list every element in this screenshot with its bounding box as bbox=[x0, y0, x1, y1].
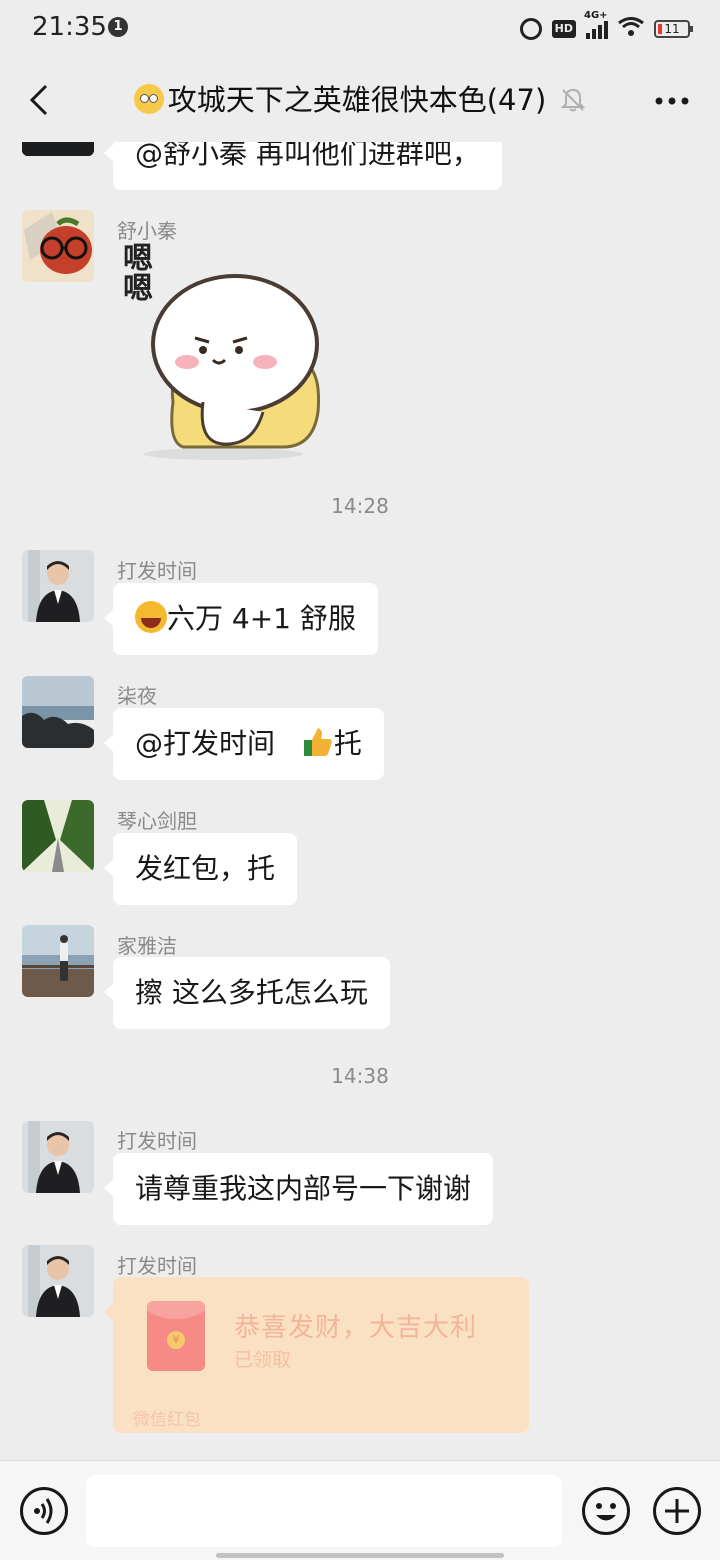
sender-name: 家雅洁 bbox=[117, 934, 177, 958]
emoji-button[interactable] bbox=[582, 1487, 630, 1535]
chat-title-text: 攻城天下之英雄很快本色(47) bbox=[167, 83, 547, 117]
sender-name: 琴心剑胆 bbox=[117, 809, 197, 833]
message-text: 六万 4+1 舒服 bbox=[167, 602, 356, 635]
message-bubble[interactable]: 六万 4+1 舒服 bbox=[104, 583, 378, 655]
avatar[interactable] bbox=[22, 210, 94, 282]
signal-icon: 4G+ bbox=[584, 10, 608, 39]
sticker-message[interactable]: 嗯嗯 bbox=[113, 242, 333, 462]
message-input[interactable] bbox=[86, 1475, 562, 1547]
plus-button[interactable] bbox=[653, 1487, 701, 1535]
time-label: 14:28 bbox=[331, 494, 389, 518]
coin-icon: ¥ bbox=[167, 1331, 185, 1349]
emoji-icon bbox=[596, 1503, 616, 1521]
message-bubble[interactable]: @打发时间 托 bbox=[104, 708, 384, 780]
plus-icon bbox=[665, 1499, 689, 1523]
avatar[interactable] bbox=[22, 550, 94, 622]
home-indicator[interactable] bbox=[216, 1553, 504, 1558]
hd-icon: HD bbox=[551, 20, 576, 38]
more-dots-icon bbox=[655, 97, 689, 105]
red-packet-footer: 微信红包 bbox=[133, 1410, 201, 1430]
time-label: 14:38 bbox=[331, 1064, 389, 1088]
alarm-icon bbox=[519, 18, 542, 40]
red-packet-card[interactable]: ¥ 恭喜发财，大吉大利 已领取 微信红包 bbox=[104, 1277, 529, 1433]
sticker-text: 嗯嗯 bbox=[117, 242, 152, 302]
message-bubble[interactable]: 擦 这么多托怎么玩 bbox=[104, 957, 390, 1029]
chat-title: 攻城天下之英雄很快本色(47) bbox=[0, 80, 720, 120]
sender-name: 打发时间 bbox=[117, 1129, 197, 1153]
battery-icon: 11 bbox=[654, 20, 693, 38]
input-bar bbox=[0, 1460, 720, 1560]
message-bubble[interactable]: @舒小秦 再叫他们进群吧， bbox=[104, 142, 502, 190]
red-packet-title: 恭喜发财，大吉大利 bbox=[234, 1313, 478, 1343]
status-time: 21:35 bbox=[32, 12, 107, 42]
message-bubble[interactable]: 请尊重我这内部号一下谢谢 bbox=[103, 1153, 494, 1225]
more-button[interactable] bbox=[654, 86, 690, 116]
thumbs-up-emoji-icon bbox=[303, 728, 332, 756]
sender-name: 柒夜 bbox=[117, 684, 157, 708]
avatar[interactable] bbox=[22, 925, 94, 997]
avatar[interactable] bbox=[22, 676, 94, 748]
status-bar: 21:35 1 HD 4G+ 11 bbox=[0, 0, 720, 58]
notification-badge: 1 bbox=[108, 17, 128, 37]
voice-button[interactable] bbox=[20, 1487, 68, 1535]
message-text: @打发时间 bbox=[135, 727, 284, 760]
network-label: 4G+ bbox=[584, 10, 608, 21]
message-bubble[interactable]: 发红包，托 bbox=[103, 833, 298, 905]
avatar[interactable] bbox=[22, 1121, 94, 1193]
bell-off-icon bbox=[560, 88, 586, 112]
sender-name: 打发时间 bbox=[117, 559, 197, 583]
red-envelope-icon: ¥ bbox=[147, 1301, 205, 1371]
message-text-suffix: 托 bbox=[333, 727, 362, 760]
avatar[interactable] bbox=[22, 142, 94, 156]
red-packet-status: 已领取 bbox=[234, 1349, 292, 1371]
wifi-icon bbox=[618, 17, 644, 41]
voice-icon bbox=[34, 1498, 53, 1524]
chat-header: 攻城天下之英雄很快本色(47) bbox=[0, 58, 720, 142]
eye-roll-emoji-icon bbox=[133, 84, 164, 114]
sender-name: 打发时间 bbox=[117, 1254, 197, 1278]
sender-name: 舒小秦 bbox=[117, 219, 177, 243]
crying-laugh-emoji-icon bbox=[135, 601, 167, 633]
status-icons: HD 4G+ 11 bbox=[519, 10, 693, 44]
avatar[interactable] bbox=[22, 800, 94, 872]
message-list[interactable]: @舒小秦 再叫他们进群吧， 舒小秦 嗯嗯 14:28 打发时间 六万 4+1 舒… bbox=[0, 142, 720, 1458]
avatar[interactable] bbox=[22, 1245, 94, 1317]
